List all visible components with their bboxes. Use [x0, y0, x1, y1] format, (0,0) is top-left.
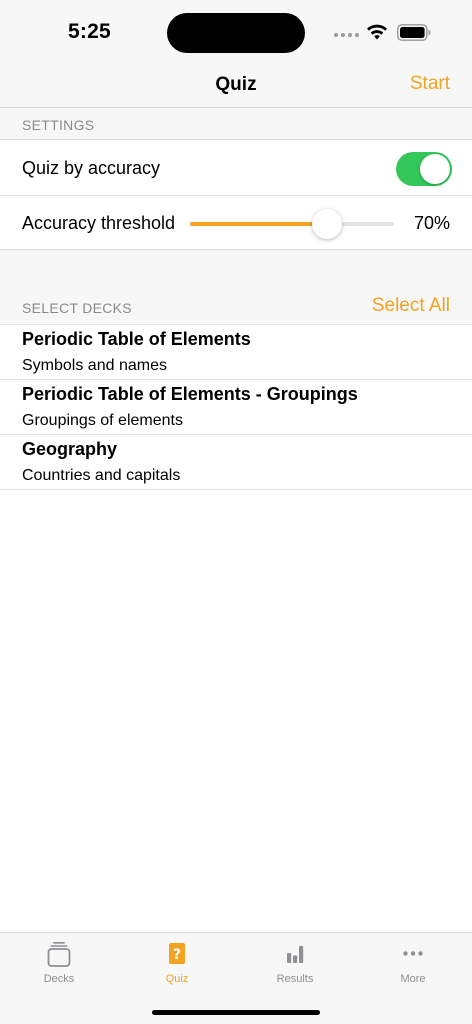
deck-title: Periodic Table of Elements [22, 329, 251, 349]
tab-label: Results [276, 973, 314, 985]
decks-section-header: SELECT DECKS Select All [0, 291, 472, 325]
deck-title: Geography [22, 439, 118, 459]
accuracy-threshold-label: Accuracy threshold [22, 213, 176, 233]
home-indicator [152, 1010, 320, 1015]
settings-header-label: SETTINGS [22, 117, 95, 133]
quiz-by-accuracy-label: Quiz by accuracy [22, 158, 161, 178]
more-icon [403, 951, 423, 956]
decks-icon [47, 942, 71, 967]
deck-subtitle: Groupings of elements [22, 412, 183, 429]
accuracy-threshold-slider[interactable] [190, 209, 394, 239]
wifi-icon [367, 24, 387, 40]
start-button[interactable]: Start [410, 73, 450, 95]
slider-thumb[interactable] [311, 209, 342, 239]
navigation-bar: Quiz Start [0, 64, 472, 108]
status-bar: 5:25 [0, 0, 472, 64]
svg-text:?: ? [173, 947, 181, 963]
tab-label: More [400, 973, 426, 985]
slider-fill [190, 222, 327, 226]
tab-results[interactable]: Results [236, 933, 354, 993]
page-title: Quiz [215, 74, 257, 95]
decks-header-label: SELECT DECKS [22, 300, 132, 316]
accuracy-threshold-value: 70% [413, 213, 450, 233]
dynamic-island [167, 13, 305, 53]
deck-row-geography[interactable]: Geography Countries and capitals [0, 435, 472, 490]
cellular-signal-icon [334, 33, 359, 37]
results-icon [287, 946, 304, 963]
toggle-knob [420, 154, 450, 184]
tab-decks[interactable]: Decks [0, 933, 118, 993]
deck-row-periodic-groupings[interactable]: Periodic Table of Elements - Groupings G… [0, 380, 472, 435]
deck-subtitle: Symbols and names [22, 357, 167, 374]
quiz-by-accuracy-row: Quiz by accuracy [0, 141, 472, 196]
tab-more[interactable]: More [354, 933, 472, 993]
deck-subtitle: Countries and capitals [22, 467, 181, 484]
tab-label: Decks [43, 973, 75, 985]
deck-title: Periodic Table of Elements - Groupings [22, 384, 358, 404]
section-spacer [0, 250, 472, 292]
select-all-button[interactable]: Select All [372, 295, 450, 317]
battery-icon [397, 24, 431, 41]
tab-quiz[interactable]: ? Quiz [118, 933, 236, 993]
quiz-by-accuracy-toggle[interactable] [396, 152, 452, 186]
accuracy-threshold-row: Accuracy threshold 70% [0, 196, 472, 250]
settings-section-header: SETTINGS [0, 108, 472, 140]
deck-row-periodic-table[interactable]: Periodic Table of Elements Symbols and n… [0, 325, 472, 380]
quiz-icon: ? [169, 943, 185, 964]
tab-label: Quiz [165, 973, 189, 985]
status-time: 5:25 [68, 20, 111, 43]
